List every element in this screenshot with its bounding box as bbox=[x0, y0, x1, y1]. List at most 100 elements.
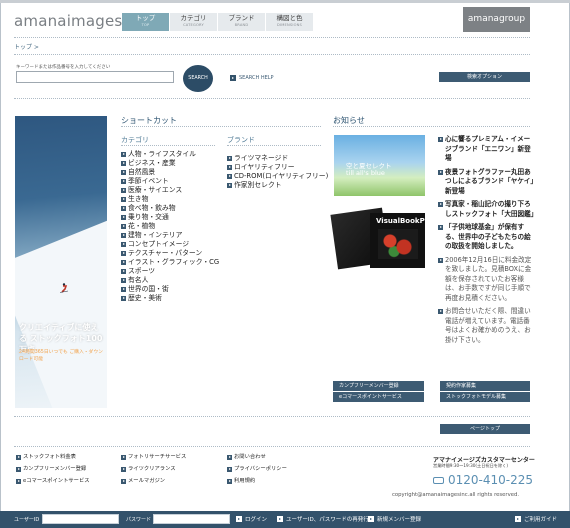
category-link[interactable]: 世界の国・街 bbox=[121, 285, 219, 294]
nav-tab-sublabel: TOP bbox=[141, 22, 150, 27]
category-link[interactable]: 花・植物 bbox=[121, 222, 219, 231]
news-image-visualbook[interactable]: VisualBookPro bbox=[330, 207, 433, 270]
footer-link-label: カンプフリーメンバー登録 bbox=[23, 466, 87, 472]
category-link[interactable]: 乗り物・交通 bbox=[121, 213, 219, 222]
category-link[interactable]: 食べ物・飲み物 bbox=[121, 204, 219, 213]
breadcrumb[interactable]: トップ > bbox=[14, 42, 39, 51]
category-link[interactable]: コンセプトイメージ bbox=[121, 240, 219, 249]
news-item-text: 写真家・稲山記介の撮り下ろしストックフォト「大田図鑑」 bbox=[445, 200, 538, 218]
brand-link[interactable]: ライツマネージド bbox=[227, 154, 328, 163]
category-link[interactable]: 自然風景 bbox=[121, 168, 219, 177]
footer-link[interactable]: eコマースポイントサービス bbox=[16, 475, 90, 487]
nav-tab-sublabel: CATEGORY bbox=[183, 22, 204, 27]
nav-tab-dimensions[interactable]: 構図と色 DIMENSIONS bbox=[266, 13, 313, 31]
arrow-icon bbox=[121, 478, 126, 484]
divider bbox=[14, 37, 530, 38]
category-link[interactable]: テクスチャー・パターン bbox=[121, 249, 219, 258]
arrow-icon bbox=[236, 516, 242, 522]
category-link[interactable]: スポーツ bbox=[121, 267, 219, 276]
amanagroup-logo[interactable]: amanagroup bbox=[463, 7, 530, 32]
divider bbox=[121, 145, 215, 146]
nav-tab-brand[interactable]: ブランド BRAND bbox=[218, 13, 265, 31]
search-caption: キーワードまたは作品番号を入力してください bbox=[16, 65, 111, 70]
news-item[interactable]: 夜景フォトグラファー丸田あつしによるブランド「ヤケイ」新登場 bbox=[438, 168, 534, 197]
reissue-link[interactable]: ユーザーID、パスワードの再発行 bbox=[277, 515, 369, 523]
arrow-icon bbox=[438, 309, 443, 314]
pagetop-button[interactable]: ページトップ bbox=[440, 424, 530, 434]
category-link[interactable]: 生き物 bbox=[121, 195, 219, 204]
search-input[interactable] bbox=[16, 71, 174, 83]
footer-link-label: ライツクリアランス bbox=[128, 466, 176, 472]
arrow-icon bbox=[121, 269, 126, 274]
arrow-icon bbox=[121, 161, 126, 166]
news-title: お知らせ bbox=[333, 116, 365, 125]
new-member-link[interactable]: 新規メンバー登録 bbox=[368, 515, 421, 523]
news-image-sky[interactable]: 空と夏セレクト till all's blue bbox=[334, 135, 425, 196]
category-link[interactable]: 建物・インテリア bbox=[121, 231, 219, 240]
contract-recruit-button[interactable]: 契約作家募集 bbox=[440, 381, 530, 391]
footer-links-col3: お問い合わせ プライバシーポリシー 利用規約 bbox=[227, 451, 287, 487]
category-link[interactable]: 有名人 bbox=[121, 276, 219, 285]
brand-link[interactable]: ロイヤリティフリー bbox=[227, 163, 328, 172]
guide-link[interactable]: ご利用ガイド bbox=[515, 515, 557, 523]
news-item[interactable]: 「子供地球基金」が保有する、世界中の子どもたちの絵の取扱を開始しました。 bbox=[438, 223, 534, 252]
category-link[interactable]: 医療・サイエンス bbox=[121, 186, 219, 195]
arrow-icon bbox=[121, 242, 126, 247]
search-options-button[interactable]: 検索オプション bbox=[439, 72, 530, 82]
divider bbox=[14, 416, 530, 417]
category-link[interactable]: 季節イベント bbox=[121, 177, 219, 186]
nav-tab-category[interactable]: カテゴリ CATEGORY bbox=[170, 13, 217, 31]
arrow-icon bbox=[121, 287, 126, 292]
news-list: 心に響るプレミアム・イメージブランド「エニワン」新登場 夜景フォトグラファー丸田… bbox=[438, 135, 538, 349]
user-id-field[interactable] bbox=[42, 514, 119, 524]
password-field[interactable] bbox=[153, 514, 230, 524]
news-item[interactable]: お問合せいただく際、間違い電話が増えています。電話番号はよくお確かめのうえ、お掛… bbox=[438, 307, 534, 345]
arrow-icon bbox=[277, 516, 283, 522]
category-link[interactable]: 歴史・美術 bbox=[121, 294, 219, 303]
news-item[interactable]: 写真家・稲山記介の撮り下ろしストックフォト「大田図鑑」 bbox=[438, 200, 538, 219]
support-phone[interactable]: 0120-410-225 bbox=[433, 473, 533, 487]
arrow-icon bbox=[121, 188, 126, 193]
category-link[interactable]: 人物・ライフスタイル bbox=[121, 150, 219, 159]
footer-link[interactable]: ストックフォト料金表 bbox=[16, 451, 90, 463]
search-help-link[interactable]: SEARCH HELP bbox=[230, 75, 274, 81]
category-link-label: 人物・ライフスタイル bbox=[128, 150, 196, 158]
search-button[interactable]: SEARCH bbox=[183, 65, 213, 92]
model-recruit-button[interactable]: ストックフォトモデル募集 bbox=[440, 392, 530, 402]
user-id-label: ユーザーID bbox=[14, 517, 40, 523]
top-strip bbox=[0, 0, 570, 3]
amanaimages-logo[interactable]: amanaimages bbox=[14, 12, 122, 30]
category-link[interactable]: ビジネス・産業 bbox=[121, 159, 219, 168]
arrow-icon bbox=[230, 75, 236, 81]
shortcut-title: ショートカット bbox=[121, 116, 177, 125]
ecommerce-service-button[interactable]: eコマースポイントサービス bbox=[333, 392, 424, 402]
brand-link-label: ライツマネージド bbox=[234, 154, 289, 162]
category-link-label: 歴史・美術 bbox=[128, 294, 162, 302]
arrow-icon bbox=[227, 478, 232, 484]
member-register-button[interactable]: カンプフリーメンバー登録 bbox=[333, 381, 424, 391]
category-link[interactable]: イラスト・グラフィック・CG bbox=[121, 258, 219, 267]
nav-tab-top[interactable]: トップ TOP bbox=[122, 13, 169, 31]
footer-link[interactable]: カンプフリーメンバー登録 bbox=[16, 463, 90, 475]
arrow-icon bbox=[121, 224, 126, 229]
footer-link[interactable]: フォトリサーチサービス bbox=[121, 451, 186, 463]
arrow-icon bbox=[121, 466, 126, 472]
snow-slope-graphic bbox=[15, 198, 107, 408]
footer-link[interactable]: メールマガジン bbox=[121, 475, 186, 487]
footer-link[interactable]: プライバシーポリシー bbox=[227, 463, 287, 475]
arrow-icon bbox=[121, 278, 126, 283]
stockphoto-banner[interactable]: クリエイティブに使える ストックフォト100万点 24時間365日いつでも ご購… bbox=[15, 116, 107, 408]
footer-link[interactable]: お問い合わせ bbox=[227, 451, 287, 463]
news-item-text: 「子供地球基金」が保有する、世界中の子どもたちの絵の取扱を開始しました。 bbox=[445, 223, 531, 250]
brand-link-label: CD-ROM(ロイヤリティフリー) bbox=[234, 172, 329, 180]
brand-link[interactable]: 作家別セレクト bbox=[227, 181, 328, 190]
login-button[interactable]: ログイン bbox=[236, 515, 267, 523]
arrow-icon bbox=[515, 516, 521, 522]
category-link-label: イラスト・グラフィック・CG bbox=[128, 258, 220, 266]
footer-link[interactable]: 利用規約 bbox=[227, 475, 287, 487]
news-item[interactable]: 心に響るプレミアム・イメージブランド「エニワン」新登場 bbox=[438, 135, 534, 164]
arrow-icon bbox=[121, 260, 126, 265]
footer-link[interactable]: ライツクリアランス bbox=[121, 463, 186, 475]
brand-link[interactable]: CD-ROM(ロイヤリティフリー) bbox=[227, 172, 328, 181]
news-item[interactable]: 2006年12月16日に料金改定を致しました。見積BOXに金額を保存されていたお… bbox=[438, 256, 534, 304]
